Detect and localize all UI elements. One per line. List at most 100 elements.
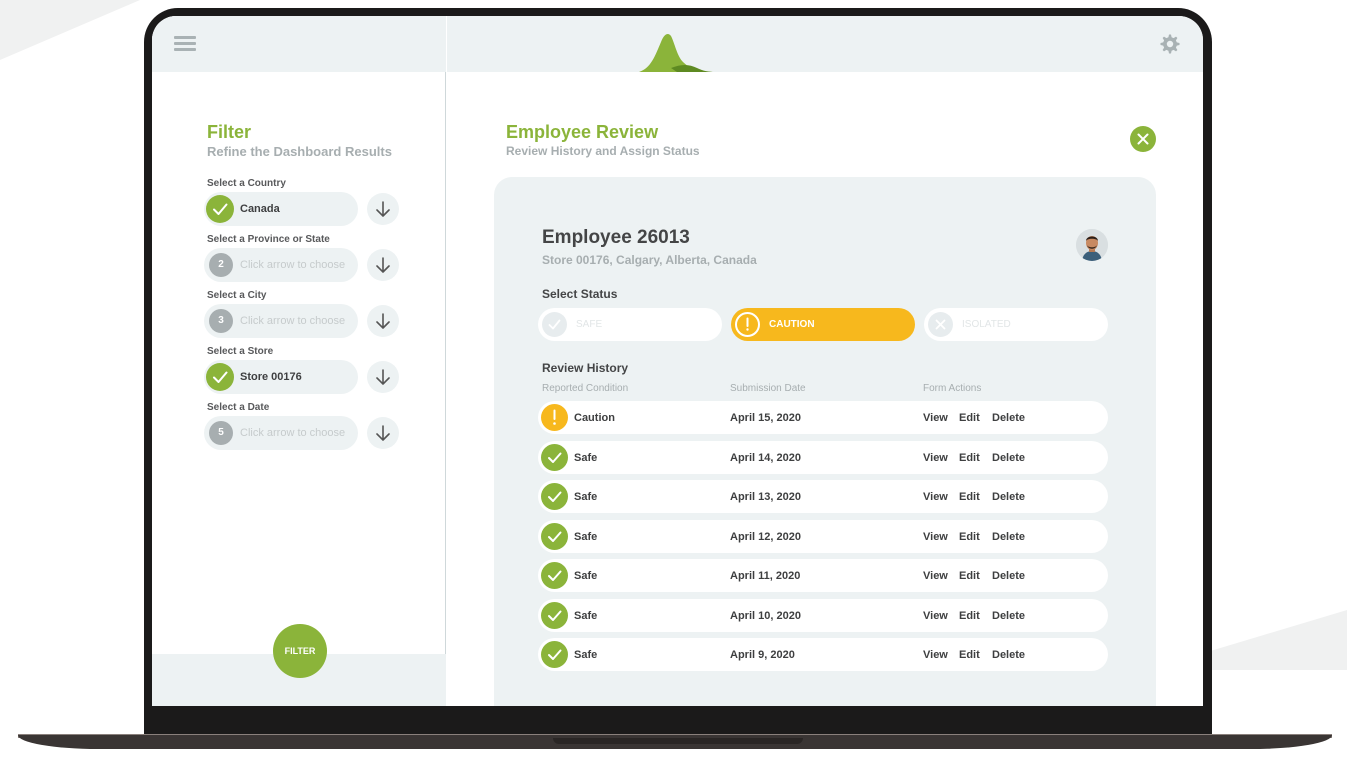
row-date: April 14, 2020 xyxy=(730,451,801,464)
check-icon xyxy=(541,641,568,668)
avatar xyxy=(1076,229,1108,261)
date-select[interactable]: 5 Click arrow to choose xyxy=(204,416,358,450)
province-select[interactable]: 2 Click arrow to choose xyxy=(204,248,358,282)
sidebar-header xyxy=(152,16,446,72)
delete-link[interactable]: Delete xyxy=(992,610,1025,622)
gear-icon[interactable] xyxy=(1160,34,1180,59)
arrow-down-icon[interactable] xyxy=(367,361,399,393)
filter-label: Select a Store xyxy=(207,346,274,357)
status-isolated-button[interactable]: ISOLATED xyxy=(924,308,1108,341)
status-safe-button[interactable]: SAFE xyxy=(538,308,722,341)
exclamation-icon xyxy=(541,404,568,431)
background-shape xyxy=(0,0,140,60)
status-label: SAFE xyxy=(576,319,603,330)
column-header-actions: Form Actions xyxy=(923,383,982,394)
step-badge: 5 xyxy=(209,421,233,445)
table-row: Safe April 10, 2020 View Edit Delete xyxy=(538,598,1108,632)
row-condition: Safe xyxy=(574,491,598,503)
filter-sidebar: Filter Refine the Dashboard Results Sele… xyxy=(152,16,446,706)
filter-city: Select a City 3 Click arrow to choose xyxy=(204,290,404,338)
filter-province: Select a Province or State 2 Click arrow… xyxy=(204,234,404,282)
top-bar xyxy=(447,16,1203,72)
filter-date: Select a Date 5 Click arrow to choose xyxy=(204,402,404,450)
delete-link[interactable]: Delete xyxy=(992,570,1025,582)
view-link[interactable]: View xyxy=(923,491,948,503)
table-row: Caution April 15, 2020 View Edit Delete xyxy=(538,401,1108,434)
edit-link[interactable]: Edit xyxy=(959,570,980,582)
row-date: April 15, 2020 xyxy=(730,412,801,424)
menu-icon[interactable] xyxy=(174,36,196,52)
row-condition: Safe xyxy=(574,649,598,661)
arrow-down-icon[interactable] xyxy=(367,249,399,281)
delete-link[interactable]: Delete xyxy=(992,491,1025,503)
close-icon[interactable] xyxy=(1130,126,1156,152)
logo-icon xyxy=(637,30,719,77)
row-date: April 11, 2020 xyxy=(730,570,801,582)
edit-link[interactable]: Edit xyxy=(959,531,980,543)
select-value: Canada xyxy=(240,203,280,215)
edit-link[interactable]: Edit xyxy=(959,452,980,464)
arrow-down-icon[interactable] xyxy=(367,305,399,337)
row-condition: Safe xyxy=(574,609,598,622)
column-header-condition: Reported Condition xyxy=(542,383,629,394)
filter-store: Select a Store Store 00176 xyxy=(204,346,404,394)
table-row: Safe April 12, 2020 View Edit Delete xyxy=(538,519,1108,553)
delete-link[interactable]: Delete xyxy=(992,531,1025,543)
check-icon xyxy=(541,443,568,471)
edit-link[interactable]: Edit xyxy=(959,649,980,661)
check-icon xyxy=(541,483,568,510)
row-date: April 9, 2020 xyxy=(730,649,795,661)
arrow-down-icon[interactable] xyxy=(367,193,399,225)
page-title: Employee Review xyxy=(506,122,659,142)
row-date: April 13, 2020 xyxy=(730,491,801,503)
employee-card: Employee 26013 Store 00176, Calgary, Alb… xyxy=(494,177,1156,706)
employee-name: Employee 26013 xyxy=(542,227,690,248)
select-status-label: Select Status xyxy=(542,287,618,301)
filter-label: Select a Date xyxy=(207,402,270,413)
delete-link[interactable]: Delete xyxy=(992,412,1025,424)
app-screen: Filter Refine the Dashboard Results Sele… xyxy=(152,16,1203,706)
view-link[interactable]: View xyxy=(923,610,948,622)
store-select[interactable]: Store 00176 xyxy=(204,360,358,394)
edit-link[interactable]: Edit xyxy=(959,491,980,503)
edit-link[interactable]: Edit xyxy=(959,412,980,424)
country-select[interactable]: Canada xyxy=(204,192,358,226)
step-badge: 2 xyxy=(209,253,233,277)
page-subtitle: Review History and Assign Status xyxy=(506,144,700,158)
row-date: April 10, 2020 xyxy=(730,609,801,622)
view-link[interactable]: View xyxy=(923,649,948,661)
filter-label: Select a City xyxy=(207,290,267,301)
filter-label: Select a Country xyxy=(207,178,286,189)
employee-store: Store 00176, Calgary, Alberta, Canada xyxy=(542,253,757,267)
select-placeholder: Click arrow to choose xyxy=(240,427,346,439)
arrow-down-icon[interactable] xyxy=(367,417,399,449)
filter-button[interactable]: FILTER xyxy=(273,624,327,678)
status-label: ISOLATED xyxy=(962,319,1011,330)
status-caution-button[interactable]: CAUTION xyxy=(731,308,915,341)
city-select[interactable]: 3 Click arrow to choose xyxy=(204,304,358,338)
view-link[interactable]: View xyxy=(923,412,948,424)
table-row: Safe April 11, 2020 View Edit Delete xyxy=(538,559,1108,592)
filter-label: Select a Province or State xyxy=(207,234,330,245)
view-link[interactable]: View xyxy=(923,570,948,582)
select-placeholder: Click arrow to choose xyxy=(240,315,346,327)
row-condition: Safe xyxy=(574,570,598,582)
row-date: April 12, 2020 xyxy=(730,530,801,543)
check-icon xyxy=(541,601,568,629)
view-link[interactable]: View xyxy=(923,452,948,464)
delete-link[interactable]: Delete xyxy=(992,452,1025,464)
filter-title: Filter xyxy=(207,122,252,142)
review-history-title: Review History xyxy=(542,361,629,375)
status-label: CAUTION xyxy=(769,319,815,330)
check-icon xyxy=(541,562,568,589)
select-value: Store 00176 xyxy=(240,371,302,383)
table-row: Safe April 13, 2020 View Edit Delete xyxy=(538,480,1108,513)
column-header-date: Submission Date xyxy=(730,383,806,394)
exclamation-icon xyxy=(735,312,760,337)
x-icon xyxy=(928,312,953,337)
filter-subtitle: Refine the Dashboard Results xyxy=(207,144,392,159)
view-link[interactable]: View xyxy=(923,531,948,543)
row-condition: Safe xyxy=(574,530,598,543)
delete-link[interactable]: Delete xyxy=(992,649,1025,661)
edit-link[interactable]: Edit xyxy=(959,610,980,622)
